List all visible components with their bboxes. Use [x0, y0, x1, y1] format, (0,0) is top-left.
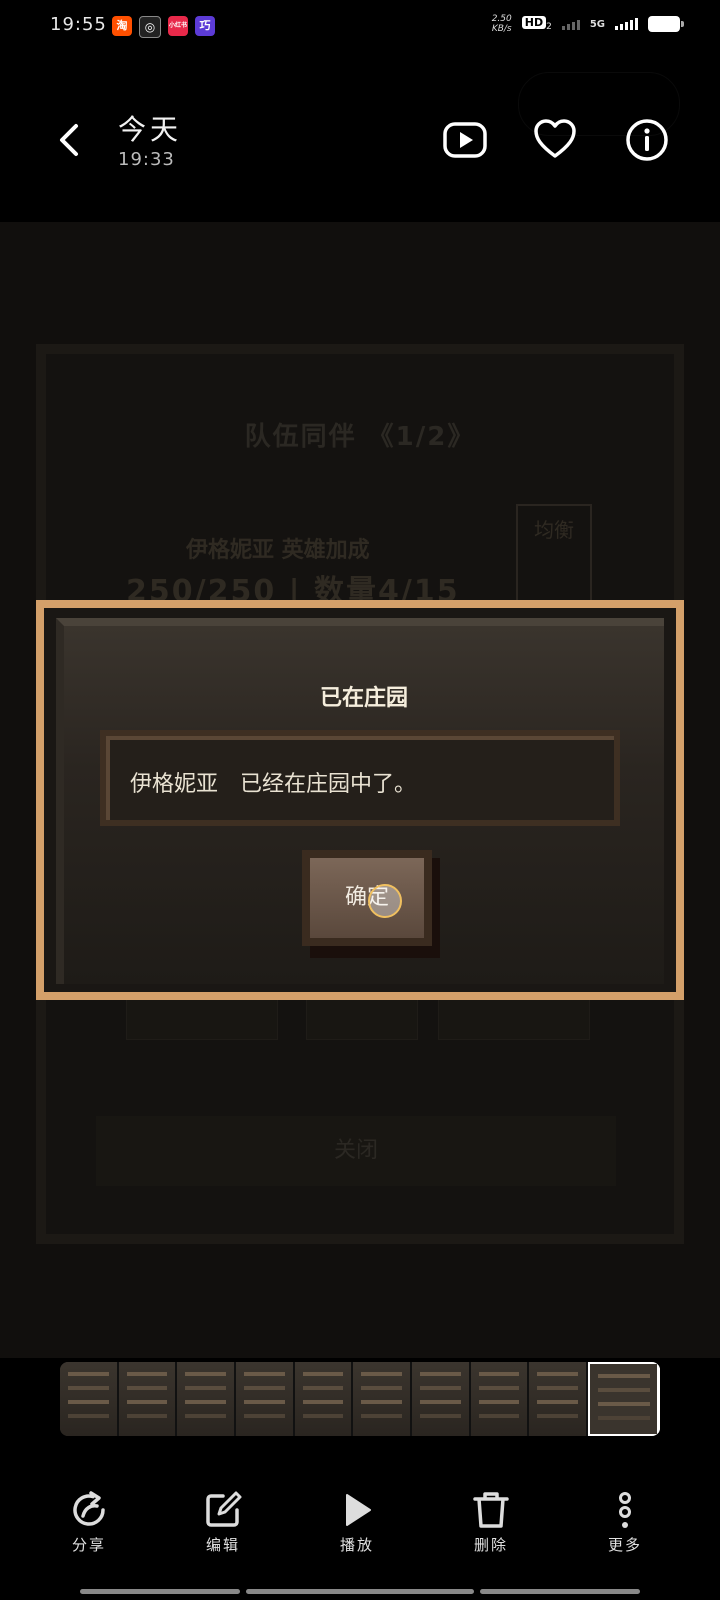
background-hero-line: 伊格妮亚 英雄加成: [186, 538, 370, 563]
dialog-message: 伊格妮亚 已经在庄园中了。: [130, 772, 417, 797]
signal-bars-sim2-icon: [615, 18, 638, 30]
background-row-button: [438, 994, 590, 1040]
play-icon: [346, 1494, 371, 1526]
signal-bars-sim1-icon: [561, 18, 580, 30]
gesture-bar: [246, 1589, 474, 1594]
current-thumbnail-marker: [657, 1362, 660, 1436]
status-time: 19:55: [50, 14, 107, 35]
thumbnail[interactable]: [177, 1362, 237, 1436]
share-label: 分享: [71, 1536, 106, 1554]
background-row-button: [306, 994, 418, 1040]
taobao-icon: 淘: [112, 16, 132, 36]
battery-icon: [648, 16, 684, 32]
play-label: 播放: [339, 1536, 374, 1554]
thumbnail[interactable]: [470, 1362, 530, 1436]
background-close-button: 关闭: [96, 1116, 616, 1186]
xiaohongshu-icon: 小红书: [168, 16, 188, 36]
gesture-bar: [480, 1589, 640, 1594]
swirl-app-icon: ◎: [139, 16, 161, 38]
vip-app-icon: 巧: [195, 16, 215, 36]
status-indicators: 2.50 KB/s HD 2 5G: [491, 14, 684, 34]
thumbnail[interactable]: [529, 1362, 589, 1436]
favorite-icon[interactable]: [532, 117, 578, 163]
thumbnail[interactable]: [294, 1362, 354, 1436]
info-icon[interactable]: [624, 117, 670, 163]
thumbnail-current[interactable]: [588, 1362, 660, 1436]
edit-button[interactable]: 编辑: [156, 1490, 290, 1580]
notification-icons: 淘 ◎ 小红书 巧: [112, 16, 215, 38]
delete-button[interactable]: 删除: [424, 1490, 558, 1580]
status-bar: 19:55 淘 ◎ 小红书 巧 2.50 KB/s HD 2 5G: [0, 0, 720, 52]
background-title: 队伍同伴 《1/2》: [244, 422, 476, 452]
thumbnail[interactable]: [236, 1362, 295, 1436]
confirm-button[interactable]: 确定: [302, 850, 432, 946]
thumbnail[interactable]: [118, 1362, 178, 1436]
hd-indicator: HD 2: [521, 15, 552, 32]
dialog-message-box: 伊格妮亚 已经在庄园中了。: [100, 730, 620, 826]
delete-label: 删除: [473, 1536, 508, 1554]
more-label: 更多: [607, 1536, 642, 1554]
net-speed: 2.50 KB/s: [491, 14, 512, 34]
play-video-icon[interactable]: [442, 117, 488, 163]
thumbnail[interactable]: [412, 1362, 471, 1436]
page-title: 今天: [118, 113, 183, 146]
gallery-header: 今天 19:33: [0, 52, 720, 222]
more-vertical-icon: [619, 1492, 631, 1528]
background-row-button: [126, 994, 278, 1040]
confirm-button-wrap: 确定: [302, 850, 440, 958]
back-icon[interactable]: [52, 122, 88, 158]
background-side-button: 均衡: [516, 504, 592, 604]
thumbnail[interactable]: [60, 1362, 119, 1436]
bottom-toolbar: 分享 编辑 播放 删除 更多: [0, 1490, 720, 1580]
signal-5g: 5G: [589, 18, 605, 30]
edit-icon: [206, 1491, 242, 1527]
dialog-body: 已在庄园 伊格妮亚 已经在庄园中了。 确定: [56, 618, 664, 984]
already-in-manor-dialog: 已在庄园 伊格妮亚 已经在庄园中了。 确定: [36, 600, 684, 1000]
share-button[interactable]: 分享: [22, 1490, 156, 1580]
edit-label: 编辑: [205, 1536, 240, 1554]
thumbnail-strip[interactable]: [60, 1362, 660, 1436]
more-button[interactable]: 更多: [558, 1490, 692, 1580]
play-button[interactable]: 播放: [290, 1490, 424, 1580]
trash-icon: [473, 1492, 509, 1528]
gesture-bar: [80, 1589, 240, 1594]
share-icon: [73, 1491, 105, 1526]
touch-indicator: [368, 884, 402, 918]
dialog-title: 已在庄园: [319, 686, 408, 711]
page-subtitle-time: 19:33: [118, 149, 175, 170]
thumbnail[interactable]: [353, 1362, 413, 1436]
